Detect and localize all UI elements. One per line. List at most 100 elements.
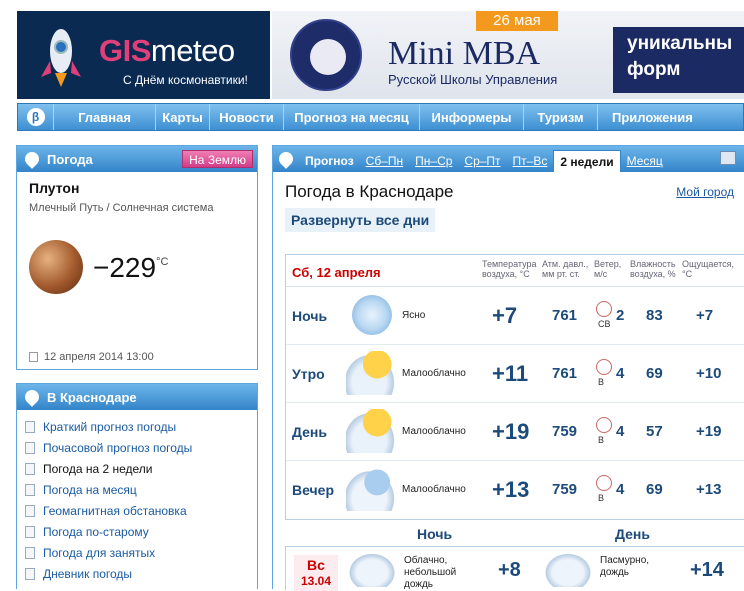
nav-item-month-forecast[interactable]: Прогноз на месяц [284,104,420,130]
to-earth-button[interactable]: На Землю [182,150,253,168]
gismeteo-logo[interactable]: GISmeteo С Днём космонавтики! [17,11,270,99]
tab-two-weeks[interactable]: 2 недели [553,150,621,172]
feels-like: +19 [696,423,722,440]
temperature: +13 [492,477,530,502]
tab-month[interactable]: Месяц [621,150,669,172]
document-icon [25,504,35,517]
droplet-icon [276,149,296,169]
condition: Ясно [402,310,426,321]
main-nav: β Главная Карты Новости Прогноз на месяц… [17,103,744,131]
day-column-header: День [615,526,650,542]
day-temperature: +14 [690,559,724,581]
wind-direction: В [598,435,605,445]
overcast-icon [542,551,594,587]
pressure: 761 [552,307,578,324]
document-icon [25,546,35,559]
ad-date: 26 мая [476,11,558,31]
calendar-icon [29,352,38,362]
wind-direction: СВ [598,319,611,329]
next-day-date: Вс 13.04 [294,555,338,591]
nav-item-home[interactable]: Главная [54,104,156,130]
nav-item-tourism[interactable]: Туризм [524,104,598,130]
link-busy[interactable]: Погода для занятых [25,542,257,563]
ad-title: Mini MBA [388,35,541,72]
document-icon [25,462,35,475]
top-banner: GISmeteo С Днём космонавтики! 26 мая Min… [0,0,744,100]
panel-title: Погода [47,151,93,167]
tab-fri-sun[interactable]: Пт–Вс [507,150,554,172]
beta-icon[interactable]: β [18,104,54,130]
humidity: 83 [646,307,663,324]
print-icon[interactable] [720,151,736,165]
next-day-row[interactable]: Вс 13.04 Облачно, небольшой дождь +8 Пасм… [285,546,744,591]
expand-all-button[interactable]: Развернуть все дни [285,208,436,232]
time-of-day: Ночь [292,308,328,324]
feels-like: +13 [696,481,722,498]
col-header-feels: Ощущается, °C [682,259,735,279]
document-icon [25,567,35,580]
observation-date: 12 апреля 2014 13:00 [29,351,154,363]
time-of-day: Утро [292,366,325,382]
tab-mon-wed[interactable]: Пн–Ср [409,150,458,172]
forecast-row-day: День Малооблачно +19 759 В 4 57 +19 [286,403,744,461]
planet-temperature: −229°C [93,252,169,283]
wind-speed: 4 [616,365,625,382]
condition: Малооблачно [402,368,466,379]
day-forecast-table: Сб, 12 апреля Температура воздуха, °C Ат… [285,254,744,520]
ad-subtitle: Русской Школы Управления [388,72,558,87]
brand-subtitle: С Днём космонавтики! [123,73,248,87]
document-icon [25,483,35,496]
link-diary[interactable]: Дневник погоды [25,563,257,584]
link-short-forecast[interactable]: Краткий прогноз погоды [25,416,257,437]
droplet-icon [22,387,42,407]
planet-location: Млечный Путь / Солнечная система [29,202,214,214]
forecast-tabs: Прогноз Сб–Пн Пн–Ср Ср–Пт Пт–Вс 2 недели… [273,146,744,172]
link-two-weeks[interactable]: Погода на 2 недели [25,458,257,479]
droplet-icon [22,149,42,169]
ad-banner[interactable]: 26 мая Mini MBA Русской Школы Управления… [272,11,744,99]
humidity: 69 [646,365,663,382]
col-header-temp: Температура воздуха, °C [482,259,537,279]
nav-item-maps[interactable]: Карты [156,104,210,130]
partly-cloudy-day-icon [346,409,398,453]
day-condition: Пасмурно, дождь [600,555,650,578]
forecast-row-morning: Утро Малооблачно +11 761 В 4 69 +10 [286,345,744,403]
wind-speed: 2 [616,307,625,324]
panel-title: В Краснодаре [47,389,137,405]
condition: Малооблачно [402,484,466,495]
link-month[interactable]: Погода на месяц [25,479,257,500]
humidity: 57 [646,423,663,440]
nav-item-informers[interactable]: Информеры [420,104,524,130]
nav-item-news[interactable]: Новости [210,104,284,130]
partly-cloudy-day-icon [346,351,398,395]
tab-sat-mon[interactable]: Сб–Пн [360,150,409,172]
col-header-humidity: Влажность воздуха, % [630,259,676,279]
pressure: 759 [552,481,578,498]
night-condition: Облачно, небольшой дождь [404,555,457,590]
time-of-day: Вечер [292,482,335,498]
document-icon [25,441,35,454]
nav-item-apps[interactable]: Приложения [598,104,708,130]
link-geomagnetic[interactable]: Геомагнитная обстановка [25,500,257,521]
rocket-icon [41,29,81,87]
link-old-style[interactable]: Погода по-старому [25,521,257,542]
my-city-link[interactable]: Мой город [676,185,734,199]
temperature: +11 [492,361,529,386]
col-header-wind: Ветер, м/с [594,259,622,279]
wind-direction-icon [596,417,612,433]
night-temperature: +8 [498,559,521,581]
city-panel: В Краснодаре Краткий прогноз погоды Поча… [16,383,258,589]
wind-direction-icon [596,475,612,491]
forecast-panel: Прогноз Сб–Пн Пн–Ср Ср–Пт Пт–Вс 2 недели… [272,145,744,591]
tab-wed-fri[interactable]: Ср–Пт [458,150,506,172]
temperature: +19 [492,419,530,444]
feels-like: +10 [696,365,722,382]
city-links: Краткий прогноз погоды Почасовой прогноз… [17,410,257,584]
panel-header: В Краснодаре [17,384,257,410]
night-column-header: Ночь [417,526,453,542]
pressure: 761 [552,365,578,382]
brand-name: GISmeteo [99,33,235,68]
time-of-day: День [292,424,327,440]
col-header-pressure: Атм. давл., мм рт. ст. [542,259,589,279]
link-hourly-forecast[interactable]: Почасовой прогноз погоды [25,437,257,458]
